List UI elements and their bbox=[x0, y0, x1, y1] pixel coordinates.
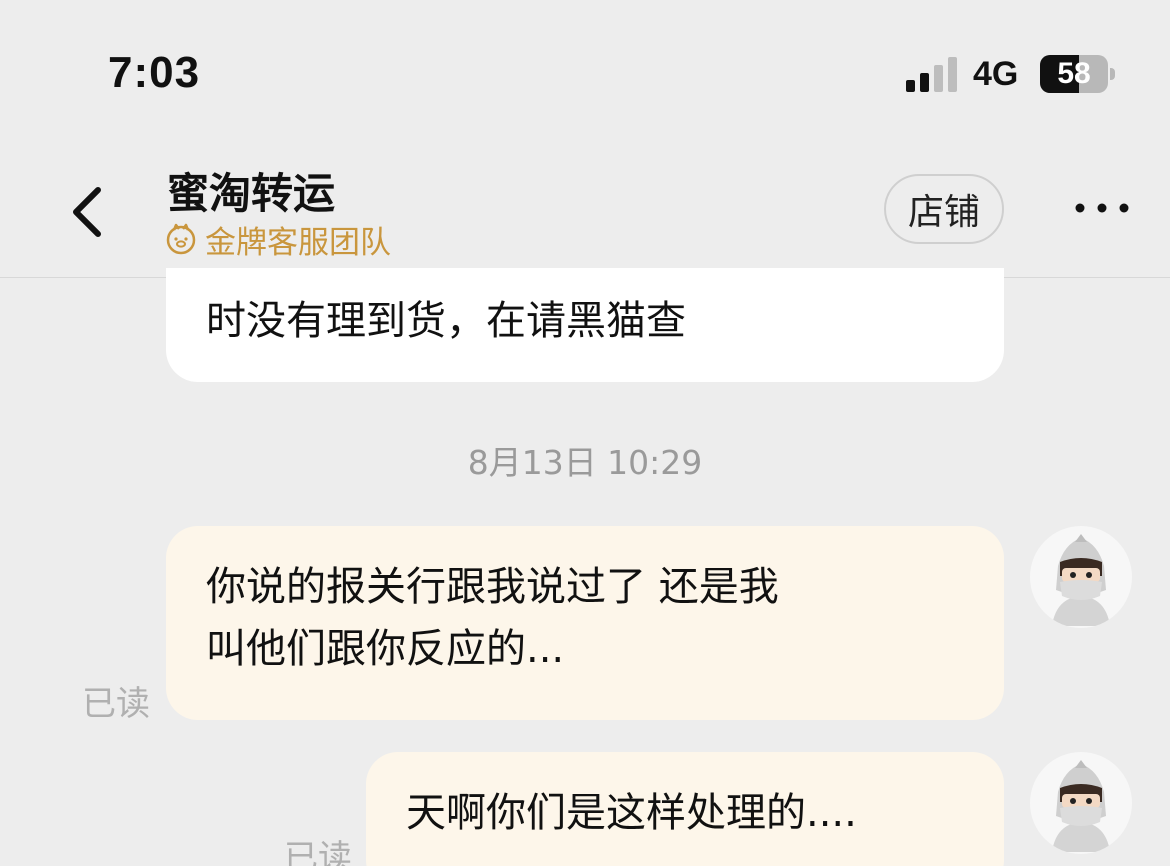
user-avatar[interactable] bbox=[1030, 526, 1132, 628]
message-text-line: 天啊你们是这样处理的.... bbox=[406, 790, 857, 836]
battery-level: 58 bbox=[1057, 57, 1091, 90]
signal-bar-1 bbox=[906, 80, 915, 92]
chat-header: 蜜淘转运 金牌客服团队 店铺 bbox=[0, 140, 1170, 278]
store-button[interactable]: 店铺 bbox=[884, 174, 1004, 244]
shop-name: 蜜淘转运 bbox=[167, 169, 336, 218]
read-receipt: 已读 bbox=[82, 684, 150, 724]
ninja-avatar-icon bbox=[1052, 534, 1110, 626]
signal-strength-icon bbox=[906, 57, 957, 92]
battery-body: 58 bbox=[1040, 55, 1108, 93]
ninja-avatar-icon bbox=[1052, 760, 1110, 852]
message-text-line: 你说的报关行跟我说过了 还是我 bbox=[206, 564, 779, 610]
piggy-badge-icon bbox=[166, 223, 196, 255]
network-type: 4G bbox=[973, 55, 1019, 93]
signal-bar-2 bbox=[920, 73, 929, 92]
message-timestamp: 8月13日 10:29 bbox=[467, 443, 703, 482]
message-bubble-outgoing[interactable]: 天啊你们是这样处理的.... bbox=[366, 752, 1004, 866]
service-badge: 金牌客服团队 bbox=[165, 220, 391, 261]
message-text: 时没有理到货，在请黑猫查 bbox=[206, 298, 686, 344]
status-time: 7:03 bbox=[108, 48, 201, 97]
signal-bar-4 bbox=[948, 57, 957, 92]
user-avatar[interactable] bbox=[1030, 752, 1132, 854]
more-dots-icon[interactable] bbox=[1070, 196, 1134, 220]
read-receipt: 已读 bbox=[284, 838, 352, 866]
badge-label: 金牌客服团队 bbox=[205, 224, 391, 261]
message-text-line: 叫他们跟你反应的... bbox=[206, 626, 565, 672]
signal-bar-3 bbox=[934, 65, 943, 92]
chat-screen: 7:03 4G 58 蜜淘转运 金牌客服团队 店铺 时没有理到货，在请黑猫查 8… bbox=[0, 0, 1170, 866]
battery-icon: 58 bbox=[1040, 55, 1116, 95]
message-bubble-incoming[interactable]: 时没有理到货，在请黑猫查 bbox=[166, 268, 1004, 382]
chevron-left-icon[interactable] bbox=[68, 184, 108, 240]
message-bubble-outgoing[interactable]: 你说的报关行跟我说过了 还是我 叫他们跟你反应的... bbox=[166, 526, 1004, 720]
battery-tip bbox=[1110, 68, 1115, 80]
